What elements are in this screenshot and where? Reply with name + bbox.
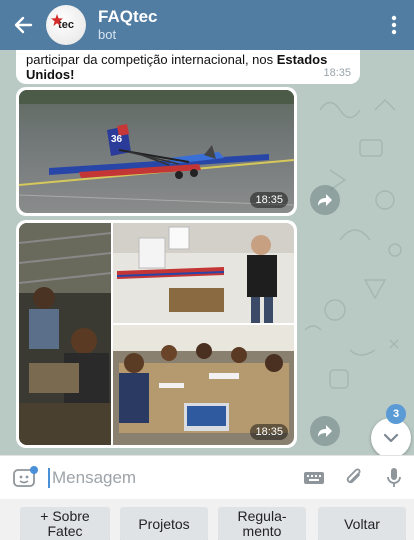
keyboard-button-voltar[interactable]: Voltar [318, 507, 406, 540]
team-collage-photo: 18:35 [19, 223, 294, 445]
forward-button[interactable] [310, 185, 340, 215]
forward-icon [318, 194, 332, 206]
message-time: 18:35 [323, 67, 351, 79]
message-text: participar da competição internacional, … [26, 52, 328, 82]
forward-icon [318, 425, 332, 437]
bot-avatar[interactable]: tec [46, 5, 86, 45]
kebab-menu-icon [391, 15, 397, 35]
menu-button[interactable] [374, 0, 414, 50]
keyboard-button-regulamento[interactable]: Regula- mento [218, 507, 306, 540]
photo-message-airplane[interactable]: 36 18:35 [16, 87, 297, 216]
microphone-icon [387, 467, 401, 487]
forward-button[interactable] [310, 416, 340, 446]
keyboard-button-projetos[interactable]: Projetos [120, 507, 208, 540]
scroll-down-button[interactable] [371, 418, 411, 455]
unread-count-badge: 3 [386, 404, 406, 424]
voice-button[interactable] [374, 456, 414, 500]
svg-text:36: 36 [111, 134, 123, 145]
sticker-button[interactable] [0, 456, 48, 500]
chat-subtitle: bot [98, 27, 117, 42]
keyboard-icon [304, 471, 324, 484]
photo-time: 18:35 [250, 192, 288, 208]
text-message-bubble[interactable]: participar da competição internacional, … [16, 50, 360, 84]
keyboard-button-sobre-fatec[interactable]: + Sobre Fatec [20, 507, 110, 540]
paperclip-icon [346, 468, 361, 483]
photo-time: 18:35 [250, 424, 288, 440]
title-box[interactable]: FAQtec bot [98, 7, 158, 43]
team-collage-image [19, 223, 294, 445]
message-input-bar: Mensagem [0, 455, 414, 499]
star-logo-icon [51, 14, 63, 26]
keyboard-toggle-button[interactable] [294, 456, 334, 500]
bot-keyboard: + Sobre Fatec Projetos Regula- mento Vol… [0, 499, 414, 540]
back-button[interactable] [0, 0, 46, 50]
notification-dot [30, 465, 38, 474]
chevron-down-icon [383, 433, 399, 443]
arrow-left-icon [14, 16, 33, 34]
chat-header: tec FAQtec bot [0, 0, 414, 50]
text-cursor [48, 467, 50, 488]
chat-title: FAQtec [98, 7, 158, 26]
airplane-photo: 36 18:35 [19, 90, 294, 213]
message-input[interactable]: Mensagem [48, 456, 294, 500]
attach-button[interactable] [334, 456, 374, 500]
chat-area[interactable]: participar da competição internacional, … [0, 50, 414, 455]
photo-message-collage[interactable]: 18:35 [16, 220, 297, 448]
message-placeholder: Mensagem [52, 467, 137, 487]
